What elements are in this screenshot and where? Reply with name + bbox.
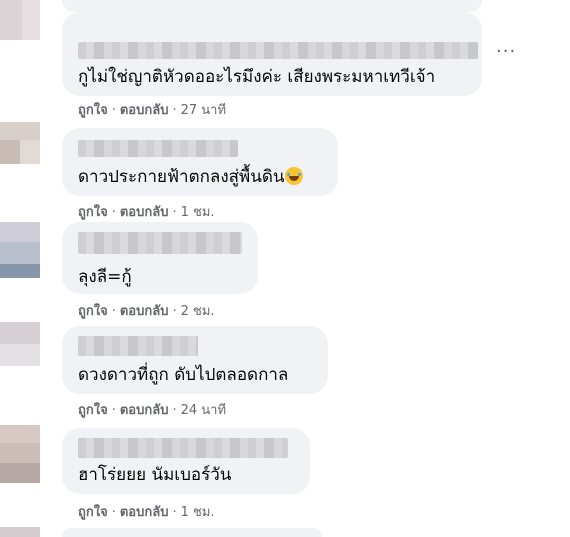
commenter-name[interactable] — [78, 336, 198, 356]
timestamp[interactable]: 2 ชม. — [181, 304, 215, 319]
comment-bubble-partial — [62, 528, 322, 537]
laughing-emoji-icon — [285, 167, 304, 185]
commenter-name[interactable] — [78, 140, 238, 157]
timestamp[interactable]: 24 นาที — [181, 403, 226, 418]
comment-bubble: ลุงลี=กู้ — [62, 222, 258, 294]
commenter-name[interactable] — [78, 232, 242, 254]
separator: · — [172, 505, 177, 520]
avatar[interactable] — [0, 122, 40, 164]
comment-actions: ถูกใจ · ตอบกลับ · 1 ชม. — [78, 505, 215, 521]
reply-link[interactable]: ตอบกลับ — [120, 403, 169, 418]
timestamp[interactable]: 1 ชม. — [181, 505, 215, 520]
timestamp[interactable]: 27 นาที — [181, 103, 226, 118]
comment-text: กูไม่ใช่ญาติหัวดออะไรมึงค่ะ เสียงพระมหาเ… — [78, 67, 436, 87]
like-link[interactable]: ถูกใจ — [78, 403, 108, 418]
comment-bubble: ฮาโร่ยยย นัมเบอร์วัน — [62, 428, 310, 494]
avatar[interactable] — [0, 0, 40, 40]
like-link[interactable]: ถูกใจ — [78, 205, 108, 220]
comment-bubble: ดาวประกายฟ้าตกลงสู่พื้นดิน — [62, 128, 338, 196]
comment-actions: ถูกใจ · ตอบกลับ · 2 ชม. — [78, 304, 215, 320]
comment-text: ดาวประกายฟ้าตกลงสู่พื้นดิน — [78, 166, 304, 188]
comment-text: ดวงดาวที่ถูก ดับไปตลอดกาล — [78, 365, 289, 385]
separator: · — [111, 505, 116, 520]
comment-actions: ถูกใจ · ตอบกลับ · 24 นาที — [78, 403, 226, 419]
separator: · — [172, 205, 177, 220]
more-options-icon[interactable]: ··· — [496, 43, 516, 61]
separator: · — [111, 205, 116, 220]
comment-bubble: ดวงดาวที่ถูก ดับไปตลอดกาล — [62, 326, 328, 394]
separator: · — [172, 403, 177, 418]
commenter-name[interactable] — [78, 438, 288, 458]
separator: · — [111, 103, 116, 118]
reply-link[interactable]: ตอบกลับ — [120, 103, 169, 118]
like-link[interactable]: ถูกใจ — [78, 103, 108, 118]
comment-bubble-partial — [62, 0, 482, 12]
separator: · — [172, 304, 177, 319]
comment-bubble: กูไม่ใช่ญาติหัวดออะไรมึงค่ะ เสียงพระมหาเ… — [62, 12, 482, 96]
comment-actions: ถูกใจ · ตอบกลับ · 1 ชม. — [78, 205, 215, 221]
separator: · — [111, 304, 116, 319]
reply-link[interactable]: ตอบกลับ — [120, 505, 169, 520]
comment-text: ฮาโร่ยยย นัมเบอร์วัน — [78, 465, 232, 485]
reply-link[interactable]: ตอบกลับ — [120, 205, 169, 220]
separator: · — [111, 403, 116, 418]
avatar[interactable] — [0, 222, 40, 278]
avatar[interactable] — [0, 527, 40, 537]
reply-link[interactable]: ตอบกลับ — [120, 304, 169, 319]
avatar[interactable] — [0, 322, 40, 366]
like-link[interactable]: ถูกใจ — [78, 505, 108, 520]
like-link[interactable]: ถูกใจ — [78, 304, 108, 319]
timestamp[interactable]: 1 ชม. — [181, 205, 215, 220]
comment-text: ลุงลี=กู้ — [78, 267, 132, 287]
avatar[interactable] — [0, 425, 40, 483]
comment-actions: ถูกใจ · ตอบกลับ · 27 นาที — [78, 103, 226, 119]
separator: · — [172, 103, 177, 118]
commenter-name[interactable] — [78, 42, 478, 59]
